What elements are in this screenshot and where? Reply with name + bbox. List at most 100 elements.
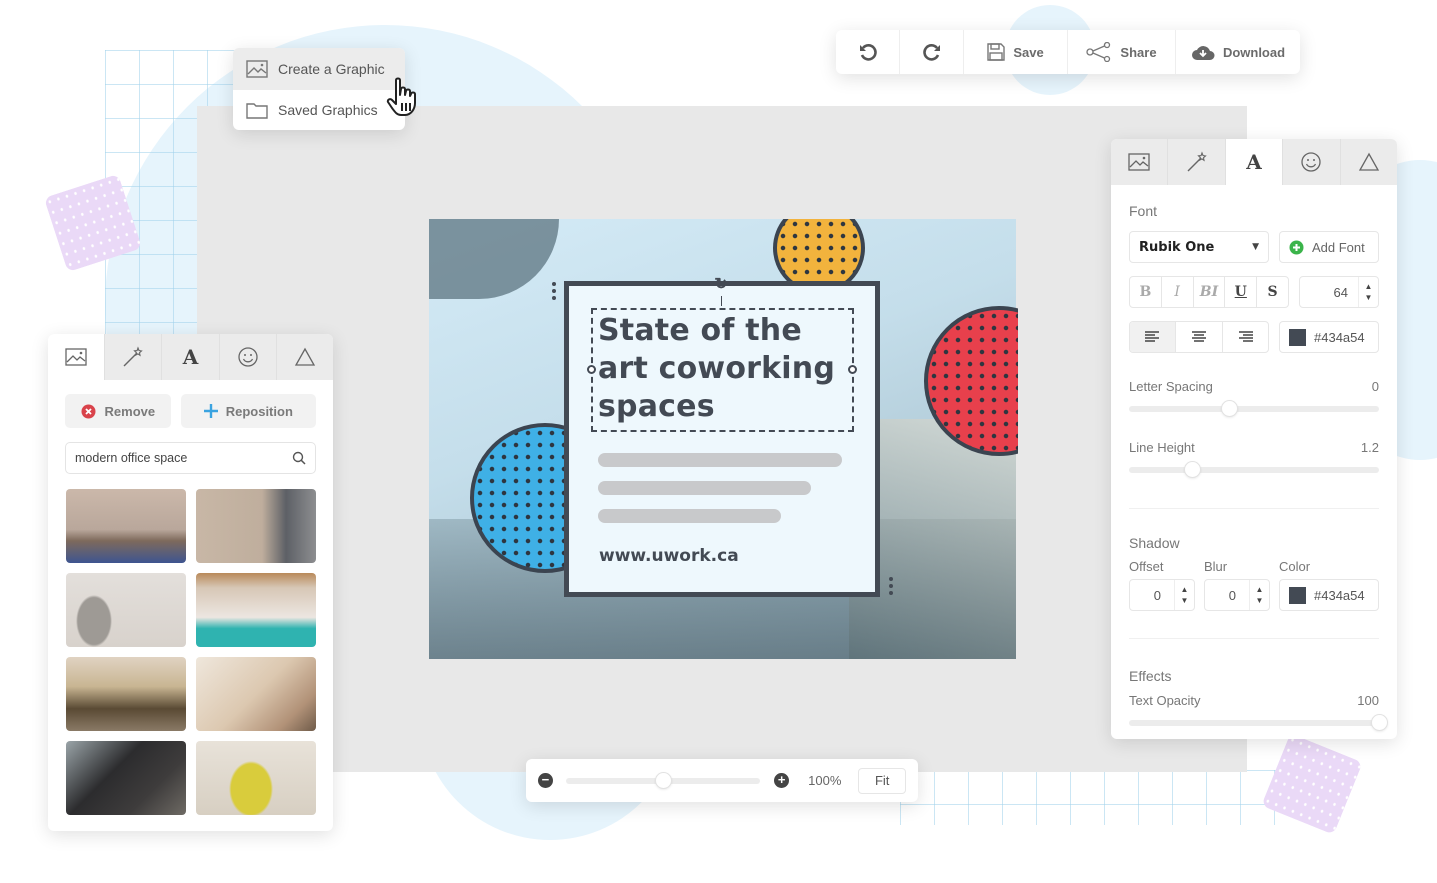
slider-knob[interactable] — [1183, 461, 1201, 478]
arrow-up-icon[interactable]: ▲ — [1181, 584, 1189, 595]
color-swatch[interactable] — [1289, 586, 1306, 604]
headline-text[interactable]: State of the art coworking spaces — [598, 312, 850, 426]
color-swatch[interactable] — [1289, 328, 1306, 346]
arrow-down-icon[interactable]: ▼ — [1365, 292, 1373, 303]
line-height-label: Line Height — [1129, 440, 1195, 455]
stepper-arrows[interactable]: ▲ ▼ — [1174, 580, 1194, 610]
fit-label: Fit — [874, 773, 890, 788]
stepper-arrows[interactable]: ▲ ▼ — [1249, 580, 1269, 610]
add-font-button[interactable]: Add Font — [1279, 231, 1379, 263]
undo-button[interactable] — [836, 30, 900, 74]
url-text[interactable]: www.uwork.ca — [599, 546, 739, 566]
image-icon — [246, 60, 268, 78]
align-center-button[interactable] — [1176, 322, 1223, 352]
line-height-slider[interactable] — [1129, 461, 1379, 478]
photo-thumbnail[interactable] — [66, 573, 186, 647]
tab-text[interactable]: A — [1225, 139, 1284, 185]
fit-button[interactable]: Fit — [858, 767, 906, 794]
redo-button[interactable] — [900, 30, 964, 74]
tab-effects[interactable] — [105, 334, 163, 380]
arrow-down-icon[interactable]: ▼ — [1181, 595, 1189, 606]
shadow-offset-stepper[interactable]: 0 ▲ ▼ — [1129, 579, 1195, 611]
share-button[interactable]: Share — [1068, 30, 1176, 74]
rotate-handle-stem — [721, 296, 722, 306]
arrow-down-icon[interactable]: ▼ — [1256, 595, 1264, 606]
photo-thumbnail[interactable] — [66, 741, 186, 815]
photo-thumbnail[interactable] — [66, 657, 186, 731]
text-opacity-value: 100 — [1357, 693, 1379, 708]
menu-item-saved-graphics[interactable]: Saved Graphics — [233, 90, 405, 130]
photo-thumbnail[interactable] — [196, 741, 316, 815]
zoom-value: 100% — [808, 773, 842, 788]
photo-grid — [48, 474, 333, 815]
arrow-up-icon[interactable]: ▲ — [1365, 281, 1373, 292]
body-text-placeholder[interactable] — [598, 509, 781, 523]
photo-thumbnail[interactable] — [196, 573, 316, 647]
strikethrough-button[interactable]: S — [1257, 277, 1288, 307]
stepper-arrows[interactable]: ▲ ▼ — [1358, 277, 1378, 307]
shadow-color-value: #434a54 — [1314, 587, 1365, 603]
slider-knob[interactable] — [655, 771, 673, 789]
reposition-button[interactable]: Reposition — [180, 394, 316, 428]
drag-dots-icon[interactable] — [889, 577, 893, 598]
zoom-bar: − + 100% Fit — [526, 759, 918, 802]
underline-button[interactable]: U — [1225, 277, 1258, 307]
tab-image[interactable] — [1111, 139, 1169, 185]
drag-dots-icon[interactable] — [552, 282, 556, 303]
search-icon[interactable] — [292, 451, 306, 465]
folder-icon — [246, 103, 268, 119]
image-icon — [65, 348, 87, 366]
zoom-out-icon[interactable]: − — [538, 773, 553, 788]
tab-stickers[interactable] — [220, 334, 277, 380]
plus-circle-icon — [1289, 240, 1304, 254]
font-size-value: 64 — [1333, 284, 1348, 300]
tab-shapes[interactable] — [1341, 139, 1397, 185]
align-right-icon — [1239, 331, 1254, 342]
font-size-stepper[interactable]: 64 ▲ ▼ — [1299, 276, 1379, 308]
save-label: Save — [1013, 44, 1044, 60]
text-color-value: #434a54 — [1314, 329, 1365, 345]
headline-line: State of the — [598, 313, 802, 348]
download-button[interactable]: Download — [1176, 30, 1300, 74]
add-font-label: Add Font — [1312, 239, 1365, 255]
font-select[interactable]: Rubik One ▼ — [1129, 231, 1269, 263]
headline-line: spaces — [598, 389, 715, 424]
shadow-color-field[interactable]: #434a54 — [1279, 579, 1379, 611]
body-text-placeholder[interactable] — [598, 453, 842, 467]
tab-effects[interactable] — [1168, 139, 1226, 185]
bold-italic-button[interactable]: BI — [1194, 277, 1226, 307]
tab-text[interactable]: A — [162, 334, 220, 380]
photo-thumbnail[interactable] — [196, 657, 316, 731]
undo-icon — [859, 44, 877, 61]
shadow-color-label: Color — [1279, 559, 1311, 574]
zoom-in-icon[interactable]: + — [774, 773, 790, 788]
save-button[interactable]: Save — [964, 30, 1068, 74]
line-height-value: 1.2 — [1360, 440, 1379, 455]
zoom-slider[interactable] — [565, 771, 761, 789]
rotate-handle-icon[interactable]: ↻ — [712, 276, 730, 294]
photo-search-input[interactable] — [75, 451, 292, 465]
slider-knob[interactable] — [1371, 714, 1388, 731]
body-text-placeholder[interactable] — [598, 481, 811, 495]
align-right-button[interactable] — [1223, 322, 1268, 352]
photo-thumbnail[interactable] — [66, 489, 186, 563]
text-color-field[interactable]: #434a54 — [1279, 321, 1379, 353]
text-opacity-label: Text Opacity — [1129, 693, 1201, 708]
resize-handle-left[interactable] — [587, 365, 596, 374]
slider-knob[interactable] — [1221, 400, 1238, 417]
menu-item-create-graphic[interactable]: Create a Graphic — [233, 48, 405, 90]
remove-button[interactable]: Remove — [65, 394, 171, 428]
tab-image[interactable] — [48, 334, 106, 380]
letter-spacing-slider[interactable] — [1129, 400, 1379, 417]
arrow-up-icon[interactable]: ▲ — [1256, 584, 1264, 595]
shadow-blur-stepper[interactable]: 0 ▲ ▼ — [1204, 579, 1270, 611]
photo-thumbnail[interactable] — [196, 489, 316, 563]
photo-search-field[interactable] — [65, 442, 316, 474]
tab-stickers[interactable] — [1283, 139, 1341, 185]
italic-button[interactable]: I — [1162, 277, 1194, 307]
tab-shapes[interactable] — [277, 334, 333, 380]
bold-button[interactable]: B — [1130, 277, 1162, 307]
text-opacity-slider[interactable] — [1129, 714, 1388, 731]
align-left-button[interactable] — [1130, 322, 1177, 352]
letter-spacing-value: 0 — [1371, 379, 1379, 394]
